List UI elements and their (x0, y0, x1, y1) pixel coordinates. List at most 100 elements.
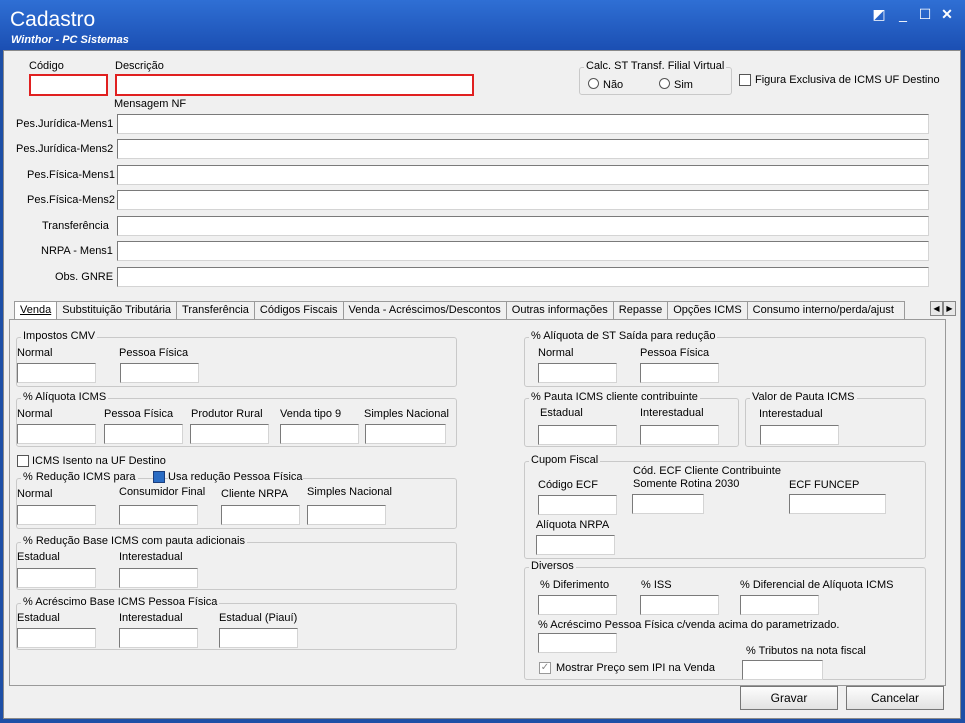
reducao-consumidor-input[interactable] (119, 505, 198, 525)
field-label: Pes.Física-Mens2 (27, 194, 116, 206)
usa-reducao-checkbox[interactable] (153, 471, 165, 483)
pf-label: Pessoa Física (640, 347, 710, 359)
pf-label: Pessoa Física (119, 347, 189, 359)
st-normal-input[interactable] (538, 363, 617, 383)
gravar-button[interactable]: Gravar (740, 686, 838, 710)
aliq-normal-input[interactable] (17, 424, 96, 444)
dif-label: % Diferimento (540, 579, 610, 591)
impostos-title: Impostos CMV (21, 330, 98, 342)
tab-outras[interactable]: Outras informações (505, 301, 614, 319)
pauta-title: % Pauta ICMS cliente contribuinte (529, 391, 700, 403)
aliq-produtor-input[interactable] (190, 424, 269, 444)
trib-label: % Tributos na nota fiscal (746, 645, 866, 657)
aliq-venda9-input[interactable] (280, 424, 359, 444)
nrpa-mens1-input[interactable] (117, 241, 929, 261)
base-inter-input[interactable] (119, 568, 198, 588)
mostrar-checkbox[interactable]: ✓ (539, 662, 551, 674)
impostos-group: Impostos CMV Normal Pessoa Física (16, 330, 457, 387)
tab-codigos-fiscais[interactable]: Códigos Fiscais (253, 301, 344, 319)
cmv-normal-input[interactable] (17, 363, 96, 383)
radio-sim-label: Sim (674, 79, 693, 91)
reducao-normal-input[interactable] (17, 505, 96, 525)
pj-mens1-input[interactable] (117, 114, 929, 134)
close-icon[interactable]: ✕ (939, 6, 955, 22)
tab-venda[interactable]: Venda (14, 301, 58, 320)
cod-ecf-input[interactable] (632, 494, 704, 514)
col-label: Normal (17, 408, 53, 420)
pauta-inter-input[interactable] (640, 425, 719, 445)
window-title: Cadastro (10, 8, 96, 31)
transferencia-input[interactable] (117, 216, 929, 236)
tab-opcoes-icms[interactable]: Opções ICMS (667, 301, 748, 319)
field-label: Obs. GNRE (55, 271, 114, 283)
descricao-input[interactable] (115, 74, 474, 96)
tab-left-arrow-icon[interactable]: ◀ (930, 301, 943, 316)
nrpa-input[interactable] (536, 535, 615, 555)
ecf-label: Código ECF (538, 479, 598, 491)
tab-repasse[interactable]: Repasse (612, 301, 669, 319)
st-pf-input[interactable] (640, 363, 719, 383)
acres-title: % Acréscimo Base ICMS Pessoa Física (21, 596, 220, 608)
form-body: Código Descrição Mensagem NF Calc. ST Tr… (3, 50, 961, 719)
codigo-label: Código (29, 60, 64, 72)
pf-mens2-input[interactable] (117, 190, 929, 210)
maximize-icon[interactable]: ☐ (917, 6, 933, 22)
window-subtitle: Winthor - PC Sistemas (11, 34, 129, 46)
normal-label: Normal (17, 347, 53, 359)
icms-isento-label: ICMS Isento na UF Destino (32, 455, 166, 467)
tab-substituicao[interactable]: Substituição Tributária (56, 301, 178, 319)
radio-sim-icon (659, 78, 670, 89)
figura-checkbox[interactable] (739, 74, 751, 86)
inter-label: Interestadual (640, 407, 704, 419)
aliq-icms-title: % Alíquota ICMS (21, 391, 109, 403)
iss-input[interactable] (640, 595, 719, 615)
base-estadual-input[interactable] (17, 568, 96, 588)
col-label: Consumidor Final (119, 486, 206, 498)
valor-pauta-input[interactable] (760, 425, 839, 445)
funcep-label: ECF FUNCEP (789, 479, 860, 491)
tab-transferencia[interactable]: Transferência (176, 301, 255, 319)
col-label: Estadual (Piauí) (219, 612, 298, 624)
usa-reducao-label: Usa redução Pessoa Física (168, 471, 303, 483)
pauta-estadual-input[interactable] (538, 425, 617, 445)
st-group: % Alíquota de ST Saída para redução Norm… (524, 330, 926, 387)
cmv-pf-input[interactable] (120, 363, 199, 383)
reducao-group: % Redução ICMS para Usa redução Pessoa F… (16, 471, 457, 529)
nrpa-label: Alíquota NRPA (536, 519, 610, 531)
valor-pauta-group: Valor de Pauta ICMS Interestadual (745, 391, 926, 447)
dif-input[interactable] (538, 595, 617, 615)
obs-gnre-input[interactable] (117, 267, 929, 287)
tab-consumo[interactable]: Consumo interno/perda/ajust (746, 301, 905, 319)
tab-right-arrow-icon[interactable]: ▶ (943, 301, 956, 316)
col-label: Cliente NRPA (221, 488, 289, 500)
trib-input[interactable] (742, 660, 823, 680)
aliq-simples-input[interactable] (365, 424, 446, 444)
cancelar-button[interactable]: Cancelar (846, 686, 944, 710)
acres-inter-input[interactable] (119, 628, 198, 648)
difal-input[interactable] (740, 595, 819, 615)
acres-pf-input[interactable] (538, 633, 617, 653)
tab-acrescimos[interactable]: Venda - Acréscimos/Descontos (342, 301, 507, 319)
col-label: Interestadual (119, 612, 183, 624)
reducao-simples-input[interactable] (307, 505, 386, 525)
acres-piaui-input[interactable] (219, 628, 298, 648)
radio-nao-label: Não (603, 79, 624, 91)
cod-ecf-label-2: Somente Rotina 2030 (633, 478, 740, 490)
calc-st-group: Calc. ST Transf. Filial Virtual Não Sim (579, 60, 732, 95)
ecf-input[interactable] (538, 495, 617, 515)
col-label: Estadual (17, 551, 60, 563)
pj-mens2-input[interactable] (117, 139, 929, 159)
radio-nao[interactable]: Não (588, 78, 623, 91)
aliq-pf-input[interactable] (104, 424, 183, 444)
edit-icon[interactable]: ◩ (871, 6, 887, 22)
pf-mens1-input[interactable] (117, 165, 929, 185)
radio-sim[interactable]: Sim (659, 78, 693, 91)
acres-group: % Acréscimo Base ICMS Pessoa Física Esta… (16, 596, 457, 650)
codigo-input[interactable] (29, 74, 108, 96)
icms-isento-checkbox[interactable] (17, 455, 29, 467)
diversos-title: Diversos (529, 560, 576, 572)
acres-estadual-input[interactable] (17, 628, 96, 648)
minimize-icon[interactable]: _ (895, 6, 911, 22)
funcep-input[interactable] (789, 494, 886, 514)
reducao-nrpa-input[interactable] (221, 505, 300, 525)
